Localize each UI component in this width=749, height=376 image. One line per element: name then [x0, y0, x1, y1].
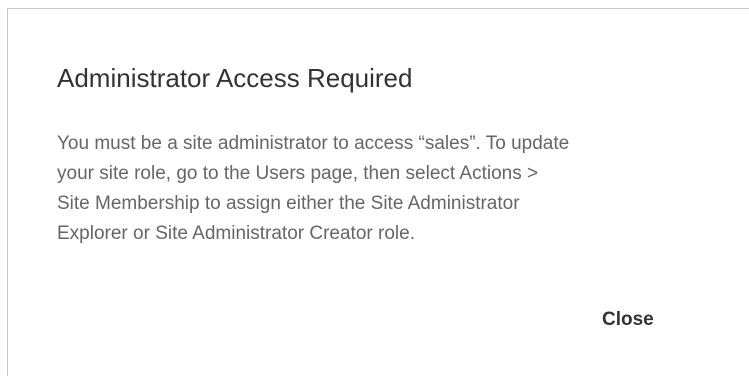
- access-required-dialog: Administrator Access Required You must b…: [7, 8, 749, 376]
- dialog-title: Administrator Access Required: [57, 63, 413, 93]
- page: Administrator Access Required You must b…: [0, 0, 749, 376]
- dialog-message: You must be a site administrator to acce…: [57, 133, 570, 244]
- close-button[interactable]: Close: [592, 305, 664, 335]
